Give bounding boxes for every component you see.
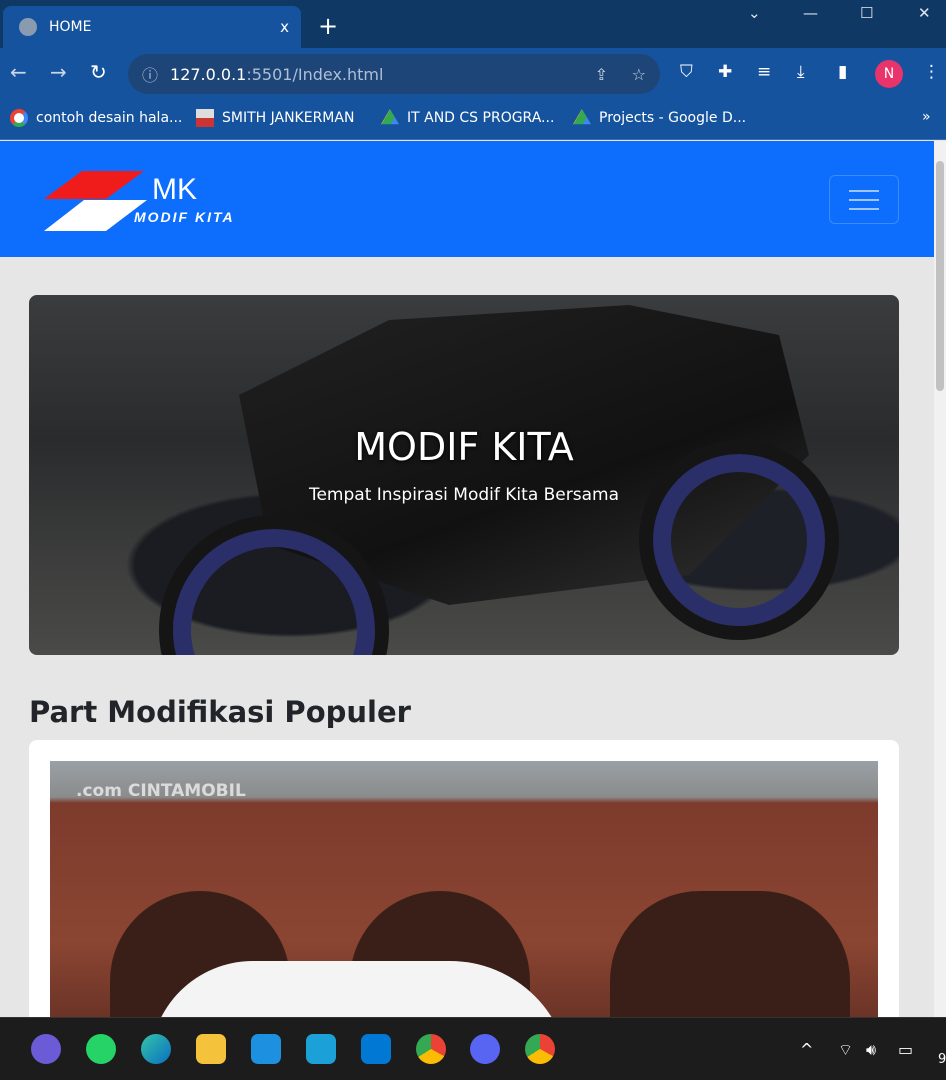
scrollbar-thumb[interactable] xyxy=(936,161,944,391)
hero-subtitle: Tempat Inspirasi Modif Kita Bersama xyxy=(308,485,620,505)
section-title: Part Modifikasi Populer xyxy=(29,695,411,729)
url: 127.0.0.1:5501/Index.html xyxy=(170,65,383,84)
bookmark-label: Projects - Google D... xyxy=(599,110,747,126)
bookmark-label: IT AND CS PROGRA... xyxy=(407,110,555,126)
media-control-icon[interactable]: ≡ xyxy=(757,62,771,82)
svg-text:MODIF KITA: MODIF KITA xyxy=(134,209,235,225)
forward-icon[interactable]: → xyxy=(50,60,67,84)
menu-icon[interactable]: ⋮ xyxy=(923,62,940,82)
maximize-button[interactable]: ☐ xyxy=(860,4,873,22)
bookmark-label: contoh desain hala... xyxy=(36,110,183,126)
discord-icon[interactable] xyxy=(470,1034,500,1064)
part-card: .com CINTAMOBIL xyxy=(29,740,899,1017)
side-panel-icon[interactable]: ▮ xyxy=(838,62,847,82)
tab-close-icon[interactable]: x xyxy=(280,18,289,36)
browser-toolbar: ← → ↻ ⓘ 127.0.0.1:5501/Index.html ⇪ ☆ ⛉ … xyxy=(0,48,946,100)
car-image[interactable]: .com CINTAMOBIL xyxy=(50,761,878,1017)
battery-icon[interactable]: ▭ xyxy=(898,1040,913,1059)
close-window-button[interactable]: ✕ xyxy=(918,4,931,22)
arch xyxy=(610,891,850,1017)
chrome-icon[interactable] xyxy=(416,1034,446,1064)
star-icon[interactable]: ☆ xyxy=(632,65,646,84)
google-icon xyxy=(10,109,28,127)
tab-title: HOME xyxy=(49,19,92,35)
reload-icon[interactable]: ↻ xyxy=(90,60,107,84)
whatsapp-icon[interactable] xyxy=(86,1034,116,1064)
tab-home[interactable]: HOME x xyxy=(3,6,301,48)
shield-extension-icon[interactable]: ⛉ xyxy=(680,62,693,82)
extensions-icon[interactable]: ✚ xyxy=(718,62,732,82)
new-tab-button[interactable]: + xyxy=(318,12,338,40)
hero-banner: MODIF KITA Tempat Inspirasi Modif Kita B… xyxy=(29,295,899,655)
image-icon xyxy=(196,109,214,127)
rear-wheel xyxy=(639,440,839,640)
scrollbar[interactable] xyxy=(934,141,946,1017)
bookmarks-bar: contoh desain hala... SMITH JANKERMAN IT… xyxy=(0,100,946,140)
profile-avatar[interactable]: N xyxy=(875,60,903,88)
bookmark-item[interactable]: contoh desain hala... xyxy=(10,109,182,127)
wifi-icon[interactable]: ⌔ xyxy=(838,1040,853,1060)
bookmark-item[interactable]: SMITH JANKERMAN xyxy=(196,109,354,127)
vscode-icon[interactable] xyxy=(361,1034,391,1064)
google-drive-icon xyxy=(381,109,399,125)
show-hidden-icons-chevron-icon[interactable]: ^ xyxy=(800,1040,813,1059)
url-path: :5501/Index.html xyxy=(246,64,384,84)
logo-mark-icon: MK MODIF KITA xyxy=(44,171,235,231)
google-drive-icon xyxy=(573,109,591,125)
info-icon[interactable]: ⓘ xyxy=(142,62,158,86)
watermark: .com CINTAMOBIL xyxy=(76,781,246,801)
edge-icon[interactable] xyxy=(141,1034,171,1064)
url-host: 127.0.0.1 xyxy=(170,64,247,84)
bookmark-item[interactable]: IT AND CS PROGRA... xyxy=(381,109,554,127)
teams-icon[interactable] xyxy=(31,1034,61,1064)
mail-icon[interactable] xyxy=(251,1034,281,1064)
address-bar[interactable]: ⓘ 127.0.0.1:5501/Index.html ⇪ ☆ xyxy=(128,54,660,94)
share-icon[interactable]: ⇪ xyxy=(595,65,608,84)
hero-title: MODIF KITA xyxy=(354,425,574,469)
download-icon[interactable]: ⤓ xyxy=(797,62,805,82)
file-explorer-icon[interactable] xyxy=(196,1034,226,1064)
taskbar: ^ ⌔ 🔊︎ ▭ 9 xyxy=(0,1017,946,1080)
globe-icon xyxy=(19,18,37,36)
web-page: MK MODIF KITA MODIF KITA Tempat Inspiras… xyxy=(0,141,934,1017)
navbar-toggler-button[interactable] xyxy=(829,175,899,224)
bookmark-label: SMITH JANKERMAN xyxy=(222,110,355,126)
back-icon[interactable]: ← xyxy=(10,60,27,84)
volume-icon[interactable]: 🔊︎ xyxy=(866,1040,876,1060)
site-navbar: MK MODIF KITA xyxy=(0,141,934,257)
title-bar: HOME x + ⌄ — ☐ ✕ xyxy=(0,0,946,48)
site-logo[interactable]: MK MODIF KITA xyxy=(44,169,239,237)
chrome-profile-icon[interactable] xyxy=(525,1034,555,1064)
svg-text:MK: MK xyxy=(152,173,197,206)
lexis-icon[interactable] xyxy=(306,1034,336,1064)
clock[interactable]: 9 xyxy=(938,1052,946,1067)
bookmark-item[interactable]: Projects - Google D... xyxy=(573,109,746,127)
bookmarks-overflow-button[interactable]: » xyxy=(922,109,931,125)
tab-search-icon[interactable]: ⌄ xyxy=(748,4,761,22)
minimize-button[interactable]: — xyxy=(803,4,818,22)
